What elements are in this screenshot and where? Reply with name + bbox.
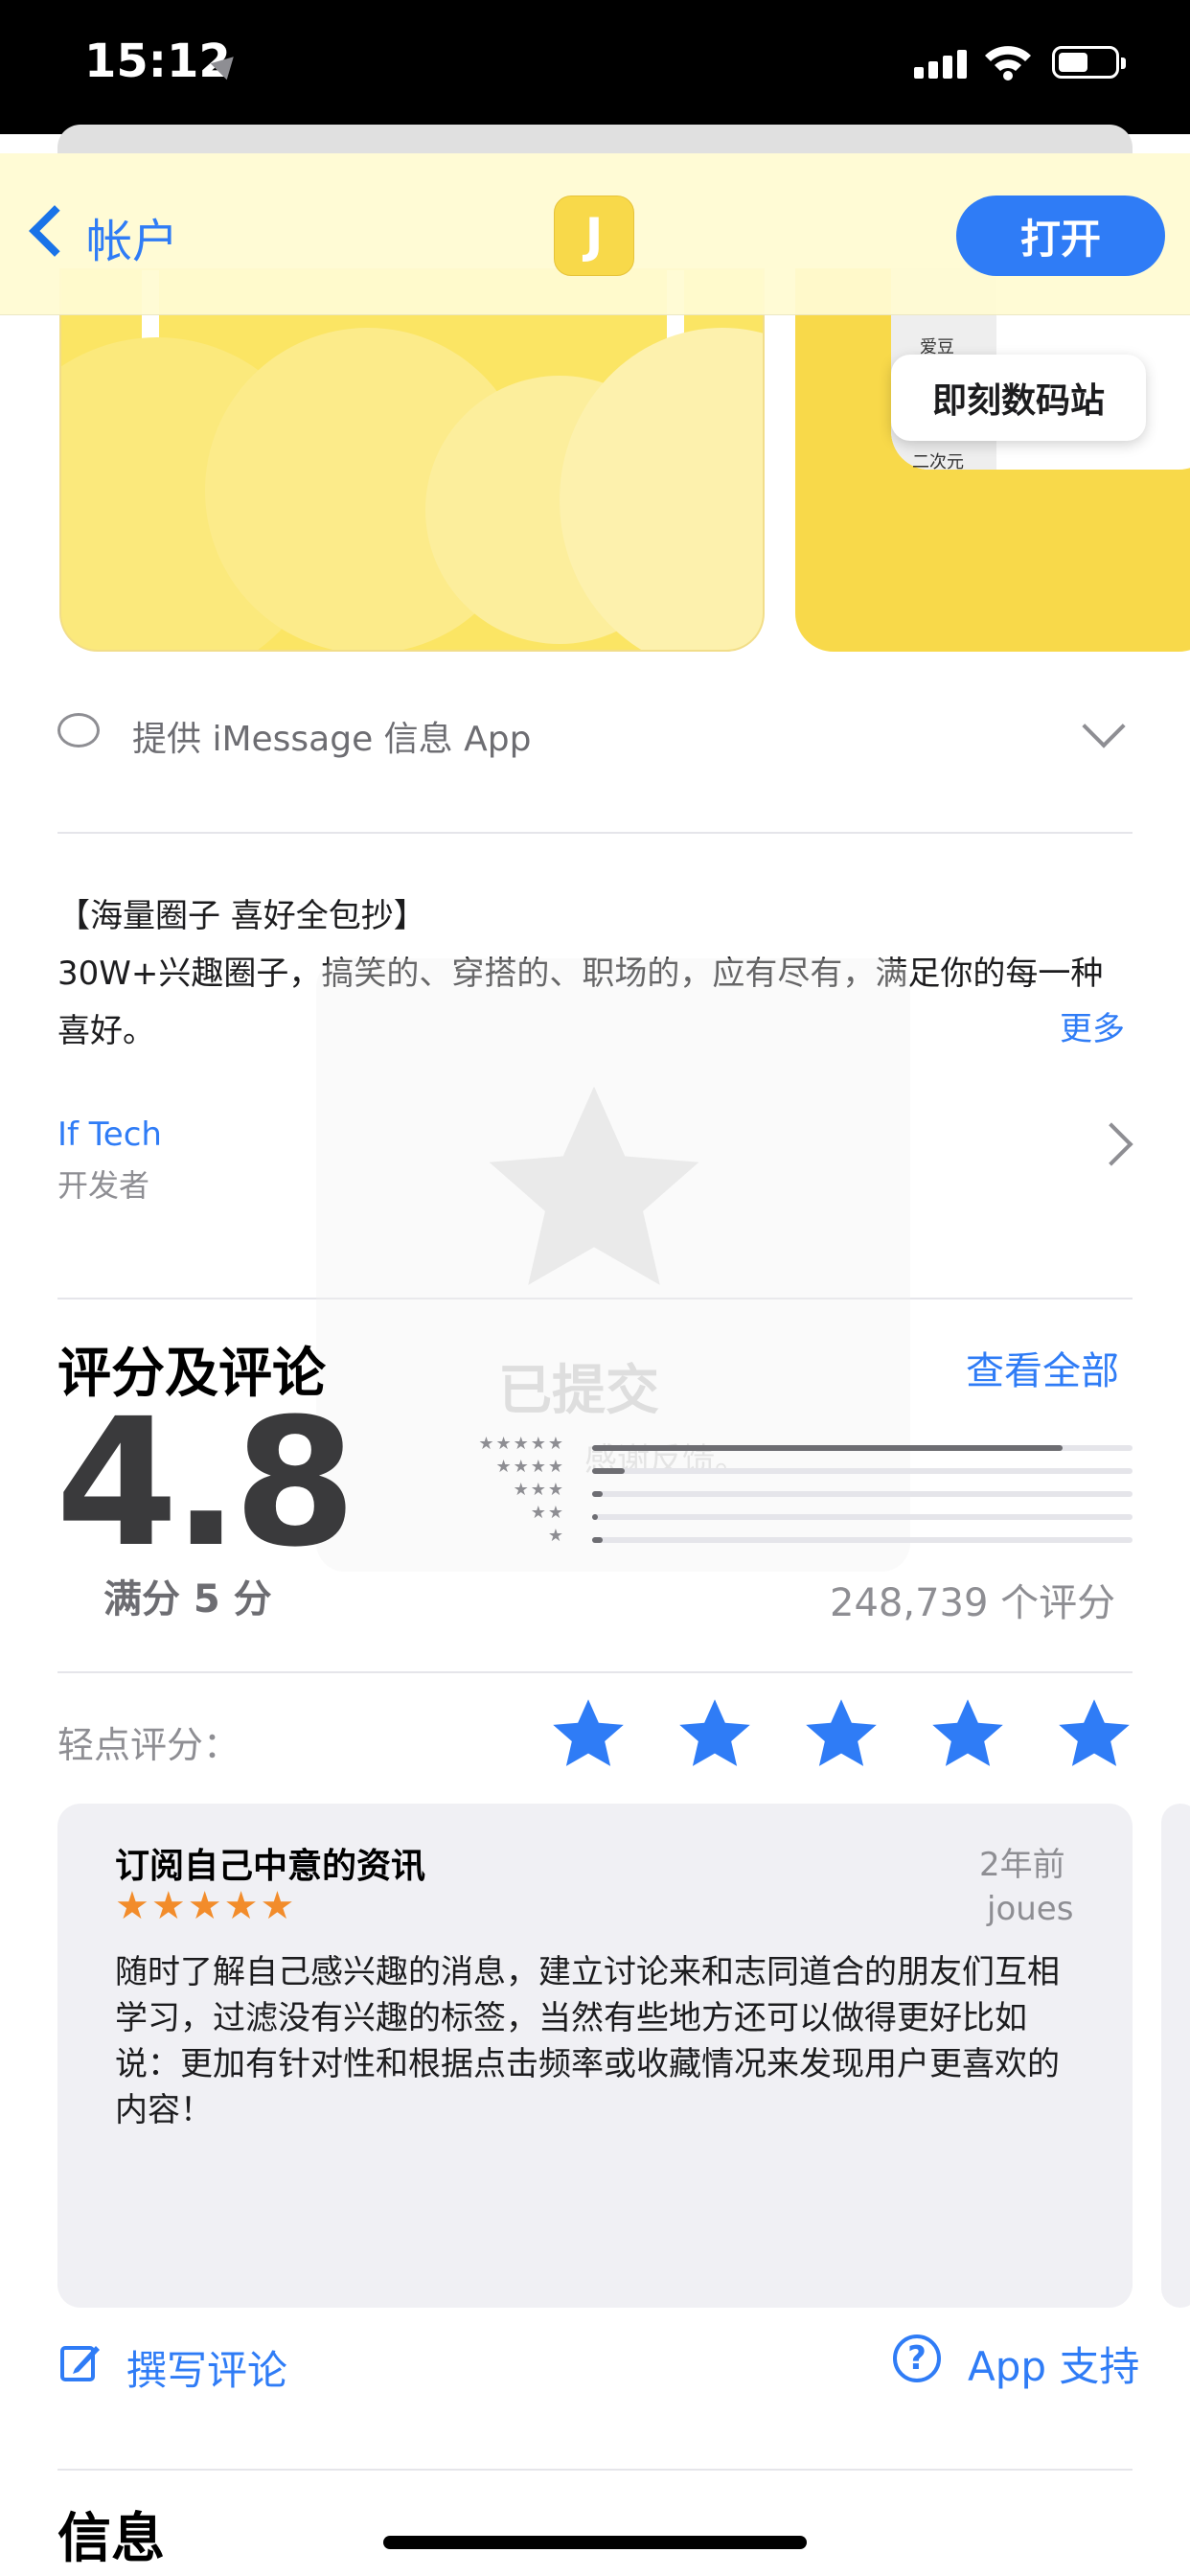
rate-star-2-icon[interactable] (675, 1694, 755, 1775)
app-support-button[interactable]: App 支持 (968, 2334, 1139, 2393)
open-button[interactable]: 打开 (956, 196, 1165, 276)
histogram-stars: ★★★★ (495, 1457, 565, 1477)
histogram-bar (592, 1537, 604, 1543)
review-body: 随时了解自己感兴趣的消息，建立讨论来和志同道合的朋友们互相学习，过滤没有兴趣的标… (115, 1953, 1060, 2129)
cellular-signal-icon (914, 48, 968, 79)
review-title: 订阅自己中意的资讯 (115, 1847, 426, 1886)
histogram-bar (592, 1514, 598, 1520)
screenshot-bubble: 即刻数码站 (891, 355, 1146, 441)
review-stars: ★★★★★ (115, 1884, 297, 1928)
message-bubble-icon (57, 713, 100, 748)
more-link[interactable]: 更多 (1060, 1002, 1125, 1049)
submitted-text: 已提交 (498, 1360, 659, 1422)
status-time: 15:12 (84, 34, 231, 88)
next-review-card[interactable] (1161, 1804, 1190, 2308)
back-button[interactable]: 帐户 (86, 203, 178, 270)
histogram-bar (592, 1445, 1063, 1451)
info-title: 信息 (57, 2508, 165, 2570)
divider (57, 1671, 1133, 1673)
star-icon (489, 1086, 699, 1285)
divider (57, 2469, 1133, 2471)
divider (57, 832, 1133, 834)
question-mark-icon[interactable]: ? (893, 2334, 941, 2382)
screenshot-2[interactable]: 爱豆 二次元 (795, 268, 1190, 652)
histogram-bar (592, 1491, 604, 1497)
write-review-button[interactable]: 撰写评论 (126, 2338, 287, 2397)
compose-icon[interactable] (59, 2340, 102, 2382)
histogram-stars: ★★★★★ (478, 1434, 565, 1454)
rate-star-1-icon[interactable] (548, 1694, 629, 1775)
wifi-icon (985, 46, 1031, 80)
see-all-link[interactable]: 查看全部 (966, 1340, 1119, 1395)
developer-role: 开发者 (57, 1167, 150, 1204)
histogram-stars: ★★★ (513, 1480, 565, 1500)
histogram-row: ★★ (450, 1503, 1133, 1526)
developer-name[interactable]: If Tech (57, 1116, 162, 1154)
rate-star-4-icon[interactable] (927, 1694, 1008, 1775)
histogram-stars: ★★ (530, 1503, 565, 1523)
out-of-label: 满分 5 分 (103, 1577, 272, 1622)
imessage-label[interactable]: 提供 iMessage 信息 App (132, 711, 531, 761)
average-score: 4.8 (56, 1381, 356, 1586)
review-date: 2年前 (979, 1846, 1065, 1884)
review-author: joues (987, 1890, 1074, 1928)
tap-to-rate-label: 轻点评分： (57, 1724, 240, 1766)
app-icon: J (554, 196, 634, 276)
histogram-row: ★★★★★ (450, 1434, 1133, 1457)
rate-star-3-icon[interactable] (801, 1694, 881, 1775)
mini-label: 二次元 (912, 452, 964, 472)
tap-to-rate-stars (548, 1694, 1142, 1781)
screenshot-1[interactable] (59, 268, 765, 652)
rating-count: 248,739 个评分 (830, 1581, 1116, 1625)
battery-icon (1052, 46, 1126, 79)
histogram-stars: ★ (547, 1526, 565, 1546)
histogram-row: ★★★ (450, 1480, 1133, 1503)
rating-histogram: ★★★★★ ★★★★ ★★★ ★★ ★ (450, 1434, 1133, 1551)
histogram-bar (592, 1468, 625, 1474)
rate-star-5-icon[interactable] (1054, 1694, 1134, 1775)
histogram-row: ★★★★ (450, 1457, 1133, 1480)
histogram-row: ★ (450, 1526, 1133, 1549)
description-title: 【海量圈子 喜好全包抄】 (57, 897, 426, 935)
home-indicator[interactable] (383, 2536, 807, 2549)
